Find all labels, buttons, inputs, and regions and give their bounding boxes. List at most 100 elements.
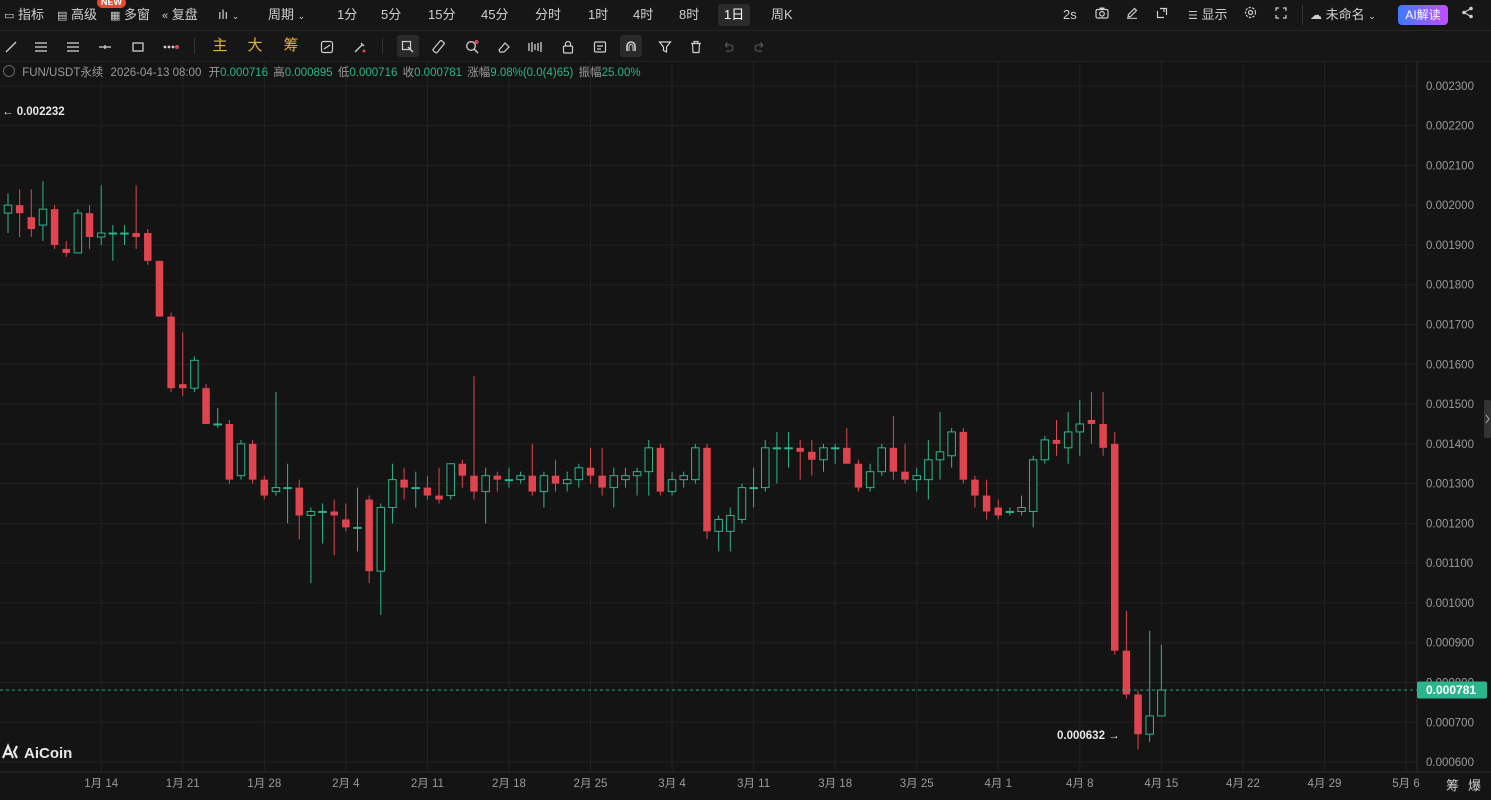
candle-body[interactable]: [1111, 443, 1119, 651]
candle-body[interactable]: [924, 459, 933, 481]
candle-body[interactable]: [167, 316, 175, 389]
candle-body[interactable]: [85, 213, 94, 238]
candle-body[interactable]: [528, 475, 537, 492]
candle-body[interactable]: [295, 487, 304, 516]
collapse-icon[interactable]: [3, 65, 15, 77]
candle-body[interactable]: [376, 506, 386, 572]
filter-icon[interactable]: [654, 31, 676, 61]
candle-body[interactable]: [225, 423, 234, 480]
candle-body[interactable]: [27, 217, 36, 230]
template-icon[interactable]: [589, 31, 611, 61]
candle-body[interactable]: [1005, 510, 1015, 513]
candle-body[interactable]: [726, 514, 735, 532]
horizontal-line-icon[interactable]: [94, 31, 116, 61]
candle-body[interactable]: [959, 431, 968, 480]
candle-body[interactable]: [808, 451, 816, 460]
candle-body[interactable]: [632, 471, 642, 477]
symbol-label[interactable]: FUN/USDT永续: [22, 67, 103, 79]
candle-body[interactable]: [737, 487, 747, 520]
candle-body[interactable]: [423, 487, 432, 496]
candle-body[interactable]: [1099, 423, 1107, 448]
indicators-button[interactable]: ▭ 指标: [4, 0, 44, 30]
candle-body[interactable]: [342, 519, 350, 528]
interval-tab[interactable]: 1分: [337, 0, 357, 30]
camera-icon[interactable]: [1095, 0, 1109, 30]
multi-window-button[interactable]: ▦ 多窗: [110, 0, 150, 30]
candle-body[interactable]: [889, 447, 898, 472]
candle-body[interactable]: [365, 499, 373, 572]
candle-body[interactable]: [283, 487, 292, 490]
candle-body[interactable]: [132, 233, 140, 238]
candle-body[interactable]: [586, 467, 595, 476]
candle-body[interactable]: [400, 479, 408, 488]
trend-line-icon[interactable]: [0, 31, 22, 61]
redo-icon[interactable]: [749, 31, 771, 61]
candle-body[interactable]: [446, 463, 455, 497]
candle-body[interactable]: [1063, 431, 1073, 449]
export-icon[interactable]: [1156, 0, 1168, 30]
candle-body[interactable]: [179, 384, 187, 389]
brush-icon[interactable]: [349, 31, 371, 61]
candle-body[interactable]: [50, 209, 59, 245]
liquidation-toggle-button[interactable]: 爆: [1468, 779, 1481, 794]
candle-body[interactable]: [947, 431, 956, 457]
candle-body[interactable]: [108, 232, 118, 235]
candle-body[interactable]: [411, 487, 420, 490]
candle-body[interactable]: [609, 475, 619, 489]
replay-button[interactable]: « 复盘: [162, 0, 198, 30]
candle-body[interactable]: [830, 447, 840, 450]
chip-distribution-button[interactable]: 筹: [280, 31, 302, 61]
interval-tab[interactable]: 8时: [679, 0, 699, 30]
cursor-select-icon[interactable]: [397, 35, 419, 57]
candle-body[interactable]: [1122, 650, 1131, 695]
candle-body[interactable]: [202, 388, 210, 424]
sync-drawing-icon[interactable]: [316, 31, 338, 61]
undo-icon[interactable]: [717, 31, 739, 61]
candle-body[interactable]: [516, 475, 525, 481]
channel-lines-icon[interactable]: [62, 31, 84, 61]
candle-body[interactable]: [539, 475, 549, 493]
layout-name-dropdown[interactable]: ☁ 未命名 ⌄: [1310, 0, 1376, 30]
candle-body[interactable]: [843, 447, 851, 464]
candle-body[interactable]: [562, 479, 572, 485]
candle-body[interactable]: [388, 479, 397, 508]
interval-tab[interactable]: 15分: [428, 0, 455, 30]
candle-body[interactable]: [504, 479, 514, 482]
candle-body[interactable]: [901, 471, 909, 480]
candle-body[interactable]: [982, 495, 991, 512]
parallel-lines-icon[interactable]: [30, 31, 52, 61]
candle-body[interactable]: [1075, 423, 1085, 433]
candle-body[interactable]: [213, 423, 222, 426]
candle-body[interactable]: [1028, 459, 1038, 512]
candle-body[interactable]: [248, 443, 257, 480]
candle-body[interactable]: [353, 526, 362, 529]
candle-body[interactable]: [971, 479, 979, 496]
candle-body[interactable]: [435, 495, 443, 500]
candlestick-chart[interactable]: 0.002300 0.002200 0.002100 0.002000 0.001900…: [0, 62, 1491, 800]
candle-body[interactable]: [865, 471, 875, 489]
candle-body[interactable]: [190, 359, 199, 389]
candle-body[interactable]: [854, 463, 863, 488]
side-panel-handle[interactable]: [1484, 400, 1491, 438]
interval-tab[interactable]: 周K: [771, 0, 793, 30]
candle-body[interactable]: [1145, 715, 1154, 735]
ruler-icon[interactable]: [428, 31, 450, 61]
fullscreen-icon[interactable]: [1275, 0, 1287, 30]
candle-body[interactable]: [749, 487, 758, 490]
interval-tab[interactable]: 分时: [535, 0, 561, 30]
edit-icon[interactable]: [1126, 0, 1138, 30]
candle-body[interactable]: [1134, 694, 1142, 735]
share-icon[interactable]: [1461, 0, 1474, 30]
display-button[interactable]: ☰ 显示: [1188, 0, 1228, 30]
candle-body[interactable]: [1017, 506, 1026, 512]
candle-body[interactable]: [679, 475, 688, 481]
candle-body[interactable]: [62, 248, 71, 253]
settings-gear-icon[interactable]: [1244, 0, 1257, 30]
candle-body[interactable]: [714, 518, 723, 532]
lock-icon[interactable]: [557, 31, 579, 61]
candle-body[interactable]: [551, 475, 560, 484]
trash-icon[interactable]: [685, 31, 707, 61]
candle-body[interactable]: [144, 233, 152, 261]
main-force-button[interactable]: 主: [209, 31, 231, 61]
candle-body[interactable]: [819, 447, 828, 461]
